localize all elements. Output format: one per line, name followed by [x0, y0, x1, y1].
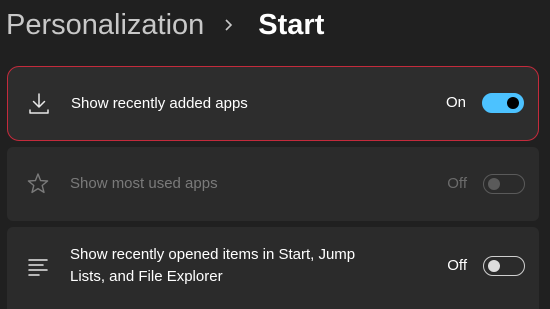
chevron-right-icon	[225, 19, 233, 31]
setting-row-recently-opened-items[interactable]: Show recently opened items in Start, Jum…	[7, 227, 539, 309]
page-title: Start	[258, 8, 325, 41]
breadcrumb-personalization[interactable]: Personalization	[6, 9, 204, 42]
setting-label: Show recently added apps	[71, 95, 248, 112]
breadcrumb: Personalization Start	[6, 2, 324, 48]
toggle-state-text: On	[445, 94, 466, 111]
toggle-state-text: Off	[447, 175, 467, 192]
settings-page: Personalization Start Show recently adde…	[0, 0, 550, 309]
recently-added-apps-toggle[interactable]	[482, 93, 524, 113]
setting-row-recently-added-apps[interactable]: Show recently added apps On	[7, 66, 539, 141]
toggle-knob	[488, 178, 500, 190]
setting-label: Show most used apps	[70, 175, 218, 192]
toggle-knob	[488, 260, 500, 272]
recently-opened-items-toggle[interactable]	[483, 256, 525, 276]
toggle-state-text: Off	[447, 257, 467, 274]
setting-label: Show recently opened items in Start, Jum…	[70, 246, 356, 285]
most-used-apps-toggle	[483, 174, 525, 194]
toggle-knob	[507, 97, 519, 109]
star-icon	[27, 173, 49, 194]
setting-row-most-used-apps: Show most used apps Off	[7, 147, 539, 221]
download-icon	[29, 93, 49, 114]
list-icon	[28, 259, 48, 276]
